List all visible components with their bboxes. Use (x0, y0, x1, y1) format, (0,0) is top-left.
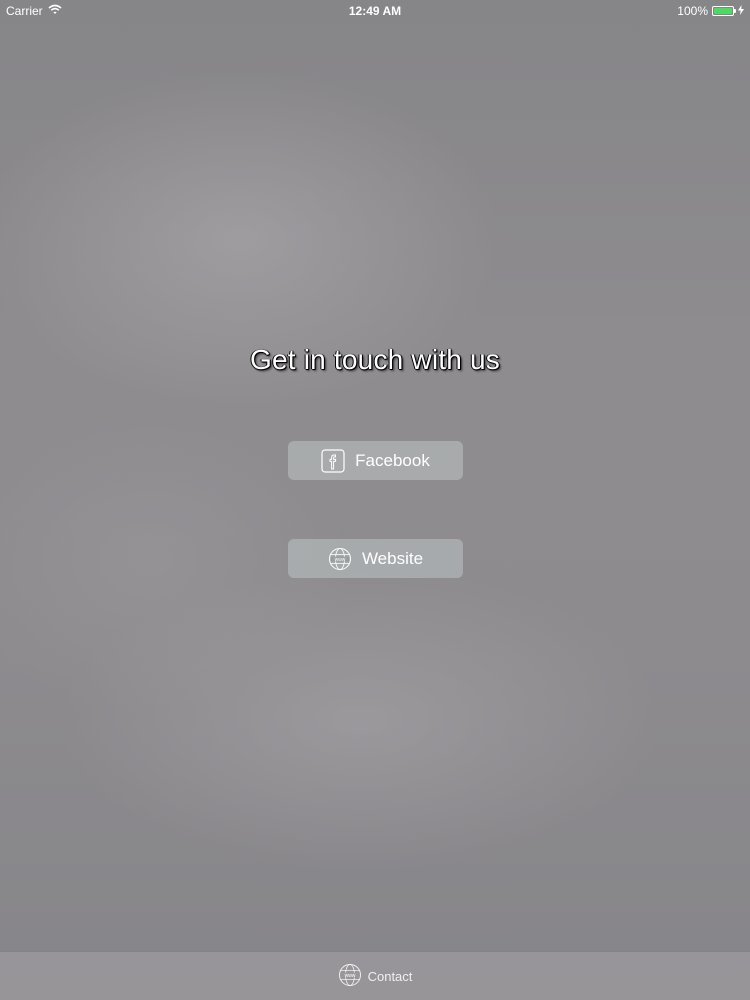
status-time: 12:49 AM (348, 4, 402, 18)
status-right: 100% (677, 4, 744, 18)
battery-icon (712, 6, 736, 16)
facebook-icon (321, 448, 345, 473)
battery-percent: 100% (677, 4, 708, 18)
svg-text:www: www (335, 556, 346, 562)
tab-contact[interactable]: www Contact (338, 963, 413, 990)
tab-contact-label: Contact (367, 968, 413, 984)
page-heading: Get in touch with us (250, 344, 500, 375)
facebook-button-label: Facebook (355, 450, 430, 470)
tab-bar: www Contact (0, 951, 750, 1000)
battery-fill (714, 8, 732, 14)
facebook-button[interactable]: Facebook (288, 441, 463, 480)
website-button-label: Website (361, 548, 424, 568)
globe-www-icon: www (338, 963, 362, 990)
svg-text:www: www (344, 972, 355, 978)
globe-www-icon: www (328, 547, 352, 571)
charging-bolt-icon (738, 4, 744, 18)
status-bar: Carrier 12:49 AM 100% (0, 0, 750, 22)
website-button[interactable]: www Website (288, 539, 463, 578)
